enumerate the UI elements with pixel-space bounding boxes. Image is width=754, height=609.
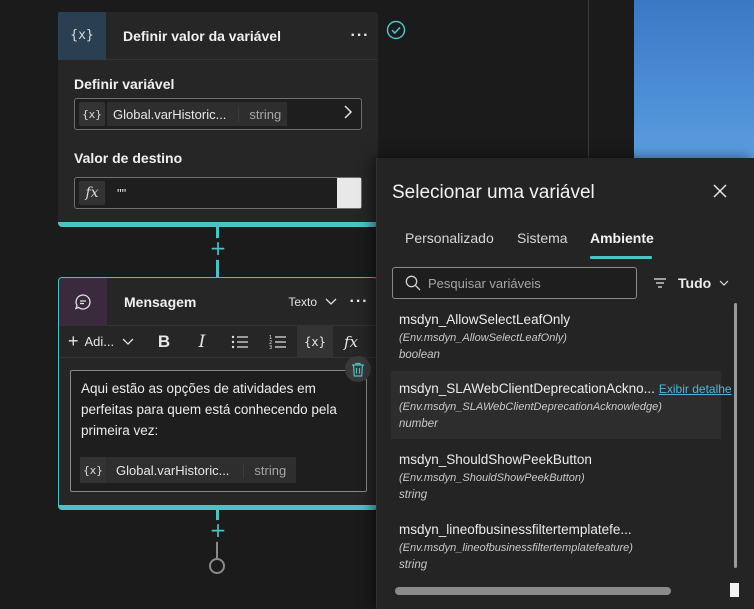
bold-icon[interactable]: B xyxy=(145,326,183,358)
add-step-button[interactable]: + xyxy=(207,520,229,542)
add-button[interactable]: + Adi... xyxy=(59,326,145,358)
variable-path: (Env.msdyn_SLAWebClientDeprecationAcknow… xyxy=(399,401,662,413)
chevron-right-icon[interactable] xyxy=(343,104,353,124)
search-icon xyxy=(405,275,421,291)
variable-icon: {x} xyxy=(80,457,106,483)
list-item[interactable]: msdyn_ShouldShowPeekButton (Env.msdyn_Sh… xyxy=(391,452,721,510)
canvas-divider xyxy=(588,0,589,160)
numbered-list-icon[interactable]: 123 xyxy=(259,326,297,358)
insert-variable-icon[interactable]: {x} xyxy=(297,325,333,358)
variable-icon: {x} xyxy=(58,12,106,60)
fx-icon: fx xyxy=(79,181,105,205)
active-tab-indicator xyxy=(590,256,652,259)
variable-path: (Env.msdyn_ShouldShowPeekButton) xyxy=(399,472,585,484)
italic-icon[interactable]: I xyxy=(183,326,221,358)
list-item[interactable]: msdyn_lineofbusinessfiltertemplatefe... … xyxy=(391,522,721,580)
more-icon[interactable]: ··· xyxy=(342,27,378,45)
tab-ambiente[interactable]: Ambiente xyxy=(590,230,654,246)
variable-name: msdyn_SLAWebClientDeprecationAckno... xyxy=(399,381,655,396)
plus-icon: + xyxy=(68,331,79,351)
tab-personalizado[interactable]: Personalizado xyxy=(405,230,494,246)
variable-type: string xyxy=(399,489,428,501)
search-placeholder: Pesquisar variáveis xyxy=(428,275,541,291)
card-title: Definir valor da variável xyxy=(123,27,281,44)
scroll-corner xyxy=(730,583,739,597)
chevron-down-icon xyxy=(719,280,729,286)
target-value-field[interactable]: fx "" xyxy=(74,177,362,209)
card-accent-bar xyxy=(59,505,377,510)
message-card[interactable]: Mensagem Texto ··· + Adi... B I 123 {x} … xyxy=(58,277,378,510)
formatting-toolbar: + Adi... B I 123 {x} fx xyxy=(59,325,377,358)
variable-type: number xyxy=(399,418,438,430)
variable-type: boolean xyxy=(399,349,440,361)
bullet-list-icon[interactable] xyxy=(221,326,259,358)
message-editor[interactable]: Aqui estão as opções de atividades em pe… xyxy=(70,370,367,492)
more-icon[interactable]: ··· xyxy=(341,293,377,311)
list-item[interactable]: msdyn_SLAWebClientDeprecationAckno... Ex… xyxy=(391,371,732,439)
variable-name: Global.varHistoric... xyxy=(113,106,227,122)
svg-text:3: 3 xyxy=(269,345,272,350)
check-circle-icon xyxy=(386,20,406,45)
flow-end-node xyxy=(209,558,225,574)
variable-icon: {x} xyxy=(79,102,105,126)
message-type-dropdown[interactable]: Texto xyxy=(288,295,337,309)
close-icon[interactable] xyxy=(713,184,727,203)
variable-path: (Env.msdyn_AllowSelectLeafOnly) xyxy=(399,332,567,344)
filter-icon xyxy=(654,278,666,288)
details-link[interactable]: Exibir detalhe xyxy=(659,382,732,396)
variable-name: msdyn_ShouldShowPeekButton xyxy=(399,452,592,467)
card-header: Mensagem Texto ··· xyxy=(59,278,377,326)
message-icon xyxy=(59,278,107,326)
vertical-scrollbar[interactable] xyxy=(734,303,737,568)
variable-name: msdyn_AllowSelectLeafOnly xyxy=(399,312,571,327)
card-title: Mensagem xyxy=(124,293,197,310)
chevron-down-icon xyxy=(325,298,337,305)
horizontal-scrollbar[interactable] xyxy=(395,587,671,595)
variable-name: msdyn_lineofbusinessfiltertemplatefe... xyxy=(399,522,632,537)
variable-type: string xyxy=(238,106,281,122)
add-step-button[interactable]: + xyxy=(207,238,229,260)
variable-type: string xyxy=(243,462,296,478)
filter-dropdown[interactable]: Tudo xyxy=(653,275,729,291)
tab-sistema[interactable]: Sistema xyxy=(517,230,568,246)
variable-picker-panel: Selecionar uma variável Personalizado Si… xyxy=(376,158,754,609)
chevron-down-icon xyxy=(122,338,134,345)
set-variable-card[interactable]: {x} Definir valor da variável ··· Defini… xyxy=(58,12,378,227)
variable-type: string xyxy=(399,559,428,571)
search-input[interactable]: Pesquisar variáveis xyxy=(392,267,637,299)
background-preview-image xyxy=(634,0,754,160)
expand-editor-button[interactable] xyxy=(337,178,361,208)
target-value-label: Valor de destino xyxy=(74,150,183,166)
trash-icon[interactable] xyxy=(345,356,371,382)
message-type-label: Texto xyxy=(288,294,317,309)
variable-chip[interactable]: {x} Global.varHistoric... string xyxy=(80,457,297,483)
define-variable-label: Definir variável xyxy=(74,76,175,92)
list-item[interactable]: msdyn_AllowSelectLeafOnly (Env.msdyn_All… xyxy=(391,312,721,370)
filter-label: Tudo xyxy=(678,275,712,291)
card-accent-bar xyxy=(58,222,378,227)
fx-icon[interactable]: fx xyxy=(333,326,369,358)
panel-title: Selecionar uma variável xyxy=(392,182,595,203)
add-label: Adi... xyxy=(84,334,115,349)
variable-picker-field[interactable]: {x} Global.varHistoric... string xyxy=(74,98,362,130)
variable-path: (Env.msdyn_lineofbusinessfiltertemplatef… xyxy=(399,542,633,554)
message-body-text: Aqui estão as opções de atividades em pe… xyxy=(81,381,337,438)
variable-name: Global.varHistoric... xyxy=(116,462,230,478)
target-value-text: "" xyxy=(117,185,127,201)
card-header: {x} Definir valor da variável ··· xyxy=(58,12,378,60)
flow-connector-end xyxy=(216,542,218,558)
